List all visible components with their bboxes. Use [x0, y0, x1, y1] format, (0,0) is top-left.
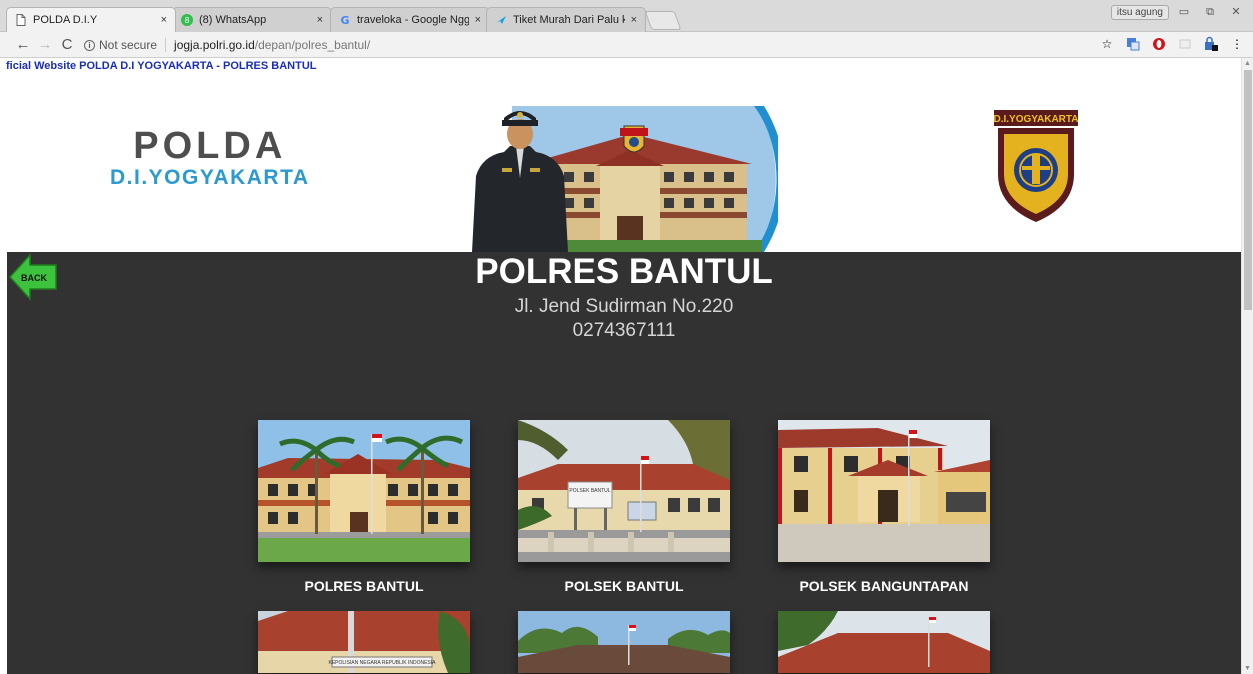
maximize-icon[interactable]: ⧉ [1199, 4, 1221, 20]
content-panel: BACK POLRES BANTUL Jl. Jend Sudirman No.… [7, 252, 1241, 674]
tab-google-traveloka[interactable]: G traveloka - Google Nggo × [330, 7, 490, 32]
page-scrollbar[interactable]: ▲ ▼ [1241, 58, 1253, 674]
tab-close-icon[interactable]: × [475, 14, 481, 26]
unit-card-polres-bantul[interactable]: POLRES BANTUL [258, 420, 470, 594]
tab-tiket-murah[interactable]: Tiket Murah Dari Palu ke × [486, 7, 646, 32]
unit-photo[interactable]: KEPOLISIAN NEGARA REPUBLIK INDONESIA [258, 611, 470, 673]
window-controls: itsu agung ▭ ⧉ ✕ [1110, 4, 1247, 20]
tab-label: traveloka - Google Nggo [357, 14, 469, 26]
unit-photo[interactable] [778, 420, 990, 562]
security-indicator[interactable]: i Not secure [84, 38, 167, 52]
unit-photo[interactable] [518, 611, 730, 673]
url-host: jogja.polri.go.id [174, 38, 255, 52]
close-window-icon[interactable]: ✕ [1225, 4, 1247, 20]
scrollbar-thumb[interactable] [1244, 70, 1252, 310]
whatsapp-icon: 8 [181, 14, 193, 26]
browser-tab-bar: POLDA D.I.Y × 8 (8) WhatsApp × G travelo… [0, 0, 1253, 32]
star-bookmark-icon[interactable]: ☆ [1099, 36, 1115, 52]
reload-icon[interactable]: C [56, 36, 78, 53]
extension-area: ☆ ⋮ [1099, 36, 1245, 52]
page-viewport: ficial Website POLDA D.I YOGYAKARTA - PO… [0, 58, 1241, 674]
back-arrow-icon[interactable]: ← [12, 36, 34, 53]
url-path: /depan/polres_bantul/ [254, 38, 371, 52]
page-icon [15, 14, 27, 26]
svg-text:8: 8 [184, 16, 189, 25]
scrolling-marquee: ficial Website POLDA D.I YOGYAKARTA - PO… [6, 60, 317, 72]
unit-name[interactable]: POLSEK BANTUL [518, 578, 730, 594]
page-title: POLRES BANTUL [475, 252, 773, 291]
new-tab-button[interactable] [644, 11, 682, 30]
traveloka-icon [495, 14, 507, 26]
unit-photo[interactable] [258, 420, 470, 562]
lock-extension-icon[interactable] [1203, 36, 1219, 52]
badge-text: D.I.YOGYAKARTA [993, 114, 1078, 125]
info-icon: i [84, 39, 95, 51]
phone-text: 0274367111 [572, 320, 676, 341]
forward-arrow-icon[interactable]: → [34, 36, 56, 53]
unit-name[interactable]: POLRES BANTUL [258, 578, 470, 594]
unit-photo[interactable]: POLSEK BANTUL [518, 420, 730, 562]
building-sign: POLSEK BANTUL [569, 488, 610, 494]
blank-extension-icon[interactable] [1177, 36, 1193, 52]
building-sign: KEPOLISIAN NEGARA REPUBLIK INDONESIA [329, 660, 437, 666]
opera-extension-icon[interactable] [1151, 36, 1167, 52]
unit-card-polsek-banguntapan[interactable]: POLSEK BANGUNTAPAN [778, 420, 990, 594]
police-badge-logo[interactable]: D.I.YOGYAKARTA [990, 106, 1082, 224]
tab-label: (8) WhatsApp [199, 14, 267, 26]
minimize-icon[interactable]: ▭ [1173, 4, 1195, 20]
tab-whatsapp[interactable]: 8 (8) WhatsApp × [172, 7, 332, 32]
tab-label: Tiket Murah Dari Palu ke [513, 14, 625, 26]
tab-close-icon[interactable]: × [631, 14, 637, 26]
svg-text:G: G [340, 14, 349, 26]
logo-title: POLDA [133, 125, 287, 167]
unit-photo[interactable] [778, 611, 990, 673]
tab-close-icon[interactable]: × [161, 14, 167, 26]
security-label: Not secure [99, 38, 158, 52]
google-icon: G [339, 14, 351, 26]
address-text: Jl. Jend Sudirman No.220 [514, 296, 734, 317]
menu-dots-icon[interactable]: ⋮ [1229, 36, 1245, 52]
tab-label: POLDA D.I.Y [33, 14, 98, 26]
scroll-down-icon[interactable]: ▼ [1244, 665, 1251, 672]
unit-card-row2-3[interactable] [778, 611, 990, 673]
site-header: POLDA D.I.YOGYAKARTA D.I.YOGYAKARTA [0, 76, 1241, 252]
header-banner-image [472, 106, 778, 252]
logo-subtitle: D.I.YOGYAKARTA [110, 166, 310, 189]
tab-close-icon[interactable]: × [317, 14, 323, 26]
scroll-up-icon[interactable]: ▲ [1244, 60, 1251, 67]
unit-card-row2-1[interactable]: KEPOLISIAN NEGARA REPUBLIK INDONESIA [258, 611, 470, 673]
profile-button[interactable]: itsu agung [1110, 4, 1169, 20]
unit-card-polsek-bantul[interactable]: POLSEK BANTUL POLSEK BANTUL [518, 420, 730, 594]
address-bar[interactable]: i Not secure jogja.polri.go.id/depan/pol… [84, 35, 1094, 55]
tab-polda-diy[interactable]: POLDA D.I.Y × [6, 7, 176, 32]
translate-extension-icon[interactable] [1125, 36, 1141, 52]
unit-name[interactable]: POLSEK BANGUNTAPAN [778, 578, 990, 594]
browser-toolbar: ← → C i Not secure jogja.polri.go.id/dep… [0, 32, 1253, 58]
polda-logo[interactable]: POLDA D.I.YOGYAKARTA [110, 126, 310, 190]
unit-card-row2-2[interactable] [518, 611, 730, 673]
